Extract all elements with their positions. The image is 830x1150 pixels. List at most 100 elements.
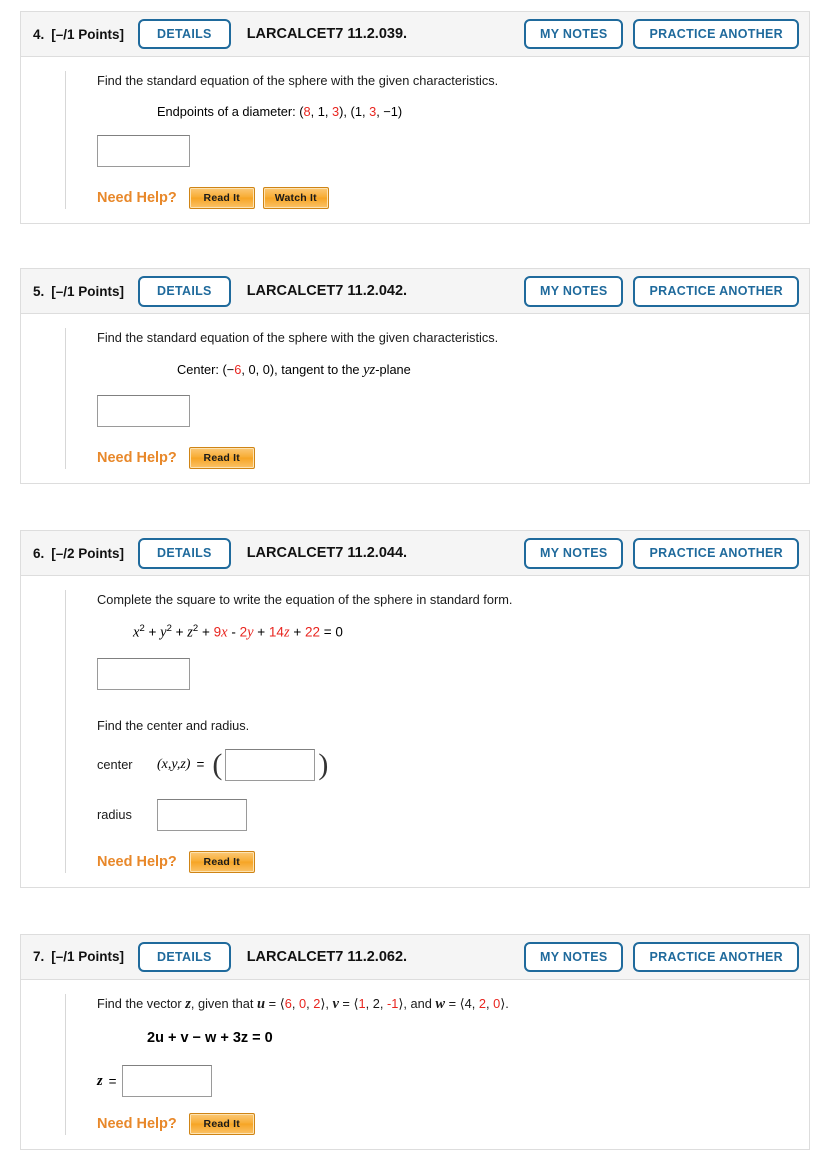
- prompt-part-5: .: [505, 995, 509, 1011]
- read-it-button[interactable]: Read It: [188, 1113, 255, 1136]
- plane-suffix: -plane: [375, 361, 411, 377]
- my-notes-button[interactable]: MY NOTES: [524, 941, 624, 973]
- my-notes-button[interactable]: MY NOTES: [524, 276, 624, 307]
- my-notes-button[interactable]: MY NOTES: [524, 538, 624, 569]
- my-notes-button[interactable]: MY NOTES: [524, 18, 624, 50]
- answer-input[interactable]: [121, 1065, 212, 1098]
- answer-row: z =: [97, 1065, 809, 1098]
- question-content-4: Find the standard equation of the sphere…: [65, 71, 809, 210]
- details-button[interactable]: DETAILS: [138, 538, 231, 569]
- read-it-button[interactable]: Read It: [188, 447, 255, 470]
- center-variables: (x,y,z): [157, 756, 191, 772]
- radius-row: radius: [97, 798, 809, 831]
- read-it-button[interactable]: Read It: [188, 187, 255, 210]
- details-button[interactable]: DETAILS: [138, 276, 231, 307]
- practice-another-button[interactable]: PRACTICE ANOTHER: [633, 941, 799, 973]
- question-points: [–/2 Points]: [51, 545, 125, 561]
- need-help-label: Need Help?: [97, 450, 177, 467]
- w-a: 4: [464, 995, 472, 1011]
- center-input[interactable]: [225, 748, 316, 781]
- center-y: 0: [248, 361, 256, 377]
- question-content-6: Complete the square to write the equatio…: [65, 590, 809, 873]
- point2-y: 3: [369, 104, 377, 120]
- practice-another-button[interactable]: PRACTICE ANOTHER: [633, 538, 799, 569]
- question-header-actions: MY NOTES PRACTICE ANOTHER: [524, 538, 799, 569]
- question-card-5: 5. [–/1 Points] DETAILS LARCALCET7 11.2.…: [20, 268, 810, 485]
- question-header-4: 4. [–/1 Points] DETAILS LARCALCET7 11.2.…: [20, 11, 810, 57]
- question-card-6: 6. [–/2 Points] DETAILS LARCALCET7 11.2.…: [20, 530, 810, 888]
- v-b: 2: [372, 995, 380, 1011]
- card-spacer: [0, 888, 830, 934]
- need-help-label: Need Help?: [97, 190, 177, 207]
- question-points: [–/1 Points]: [51, 26, 125, 42]
- v-a: 1: [358, 995, 366, 1011]
- card-spacer: [0, 484, 830, 530]
- center-row: center (x,y,z) = ( ): [97, 747, 809, 781]
- details-button[interactable]: DETAILS: [138, 18, 231, 50]
- practice-another-button[interactable]: PRACTICE ANOTHER: [633, 276, 799, 307]
- answer-row: [97, 395, 809, 428]
- question-body-6: Complete the square to write the equatio…: [20, 576, 810, 888]
- question-code: LARCALCET7 11.2.062.: [246, 948, 408, 965]
- question-header-6: 6. [–/2 Points] DETAILS LARCALCET7 11.2.…: [20, 530, 810, 577]
- assignment-page: 4. [–/1 Points] DETAILS LARCALCET7 11.2.…: [0, 11, 830, 1150]
- center-x: 6: [234, 361, 242, 377]
- radius-label: radius: [97, 807, 132, 823]
- tangent-text: tangent to the: [281, 361, 360, 377]
- right-paren: ): [318, 747, 329, 781]
- need-help-label: Need Help?: [97, 853, 177, 870]
- question-content-5: Find the standard equation of the sphere…: [65, 328, 809, 470]
- prompt-part-4: , and: [403, 995, 436, 1011]
- read-it-button[interactable]: Read It: [188, 850, 255, 873]
- question-card-4: 4. [–/1 Points] DETAILS LARCALCET7 11.2.…: [20, 11, 810, 225]
- question-subprompt: Find the center and radius.: [97, 717, 250, 733]
- sphere-equation: x2 + y2 + z2 + 9x - 2y + 14z + 22 = 0: [133, 622, 343, 641]
- w-c: 0: [493, 995, 501, 1011]
- details-button[interactable]: DETAILS: [138, 941, 231, 973]
- question-prompt: Find the standard equation of the sphere…: [97, 73, 499, 88]
- eq-exp-3: 2: [192, 622, 199, 634]
- question-content-7: Find the vector z, given that u = ⟨6, 0,…: [65, 993, 809, 1136]
- v-c: -1: [386, 995, 399, 1011]
- question-header-actions: MY NOTES PRACTICE ANOTHER: [524, 18, 799, 50]
- point2-x: 1: [354, 104, 362, 120]
- question-points: [–/1 Points]: [51, 949, 125, 965]
- question-given: Endpoints of a diameter: (8, 1, 3), (1, …: [157, 104, 403, 120]
- question-body-7: Find the vector z, given that u = ⟨6, 0,…: [20, 979, 810, 1150]
- need-help-row: Need Help? Read It: [97, 850, 809, 873]
- answer-input[interactable]: [97, 657, 190, 690]
- question-points: [–/1 Points]: [51, 283, 125, 299]
- question-header-5: 5. [–/1 Points] DETAILS LARCALCET7 11.2.…: [20, 268, 810, 315]
- point2-z: −1: [383, 104, 398, 120]
- question-given: Center: (−6, 0, 0), tangent to the yz-pl…: [177, 361, 411, 378]
- radius-input[interactable]: [157, 798, 247, 831]
- plane-name: yz: [363, 361, 376, 378]
- answer-row: [97, 135, 809, 168]
- point1-y: 1: [317, 104, 325, 120]
- question-header-actions: MY NOTES PRACTICE ANOTHER: [524, 276, 799, 307]
- watch-it-button[interactable]: Watch It: [262, 187, 329, 210]
- question-code: LARCALCET7 11.2.044.: [246, 545, 408, 562]
- eq-rhs: = 0: [323, 624, 343, 639]
- answer-input[interactable]: [97, 395, 190, 428]
- point1-z: 3: [332, 104, 340, 120]
- u-a: 6: [284, 995, 292, 1011]
- eq-var-4: x: [221, 624, 228, 640]
- u-b: 0: [298, 995, 307, 1011]
- center-equals: =: [196, 757, 205, 773]
- given-label: Center:: [177, 361, 219, 377]
- question-number: 6.: [33, 545, 45, 561]
- prompt-part-1: Find the vector: [97, 995, 186, 1011]
- answer-row: [97, 657, 809, 690]
- question-card-7: 7. [–/1 Points] DETAILS LARCALCET7 11.2.…: [20, 933, 810, 1150]
- z-label: z: [97, 1072, 103, 1089]
- vector-u-name: u: [257, 995, 266, 1012]
- prompt-part-2: , given that: [190, 995, 258, 1011]
- z-equals: =: [108, 1073, 117, 1089]
- vector-equation-text: 2u + v − w + 3z = 0: [147, 1029, 273, 1046]
- question-number: 5.: [33, 283, 45, 299]
- answer-input[interactable]: [97, 135, 190, 168]
- need-help-label: Need Help?: [97, 1116, 177, 1133]
- eq-exp-2: 2: [166, 622, 172, 634]
- practice-another-button[interactable]: PRACTICE ANOTHER: [633, 18, 799, 50]
